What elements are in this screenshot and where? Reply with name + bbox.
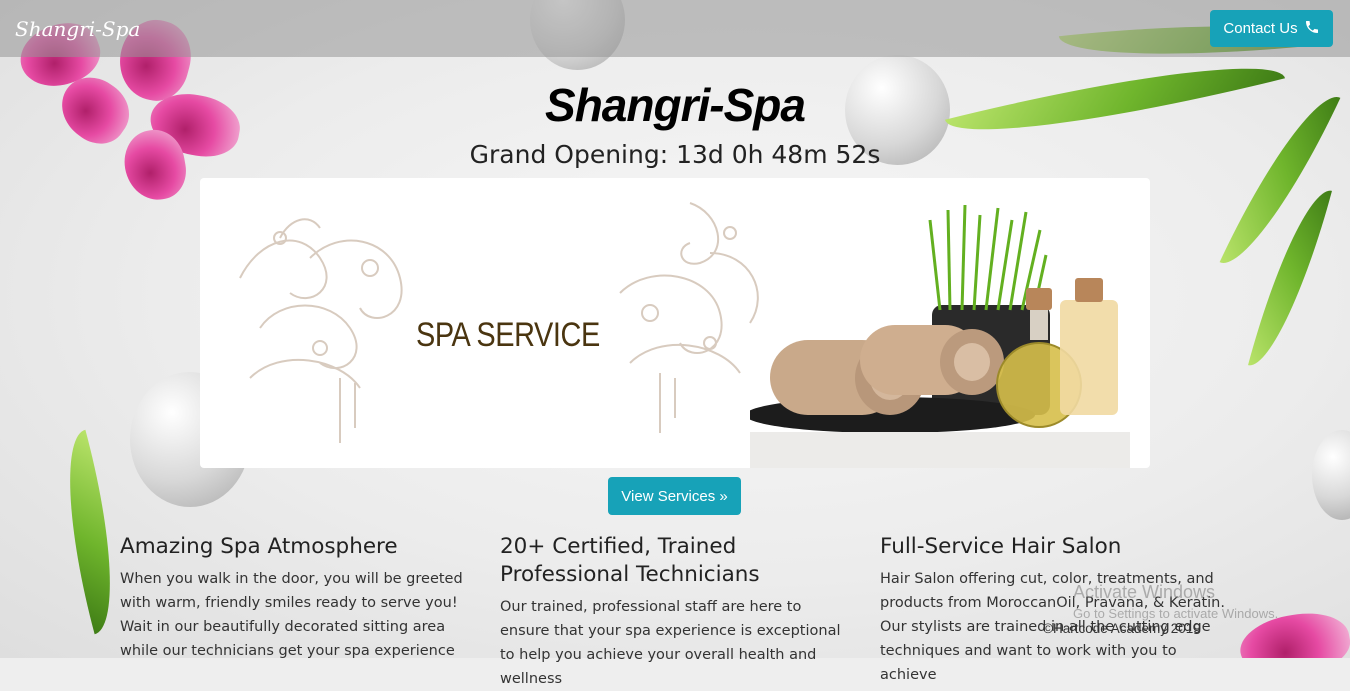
spa-service-text: SPA SERVICE xyxy=(416,316,600,354)
spa-service-banner: SPA SERVICE xyxy=(200,178,1150,468)
phone-icon xyxy=(1304,19,1320,39)
spa-products-image xyxy=(750,204,1130,468)
hero-title: Shangri-Spa xyxy=(545,79,806,131)
navbar: Shangri-Spa Contact Us xyxy=(0,0,1350,57)
feature-text: Our trained, professional staff are here… xyxy=(500,599,841,687)
navbar-brand[interactable]: Shangri-Spa xyxy=(15,17,140,41)
contact-us-label: Contact Us xyxy=(1223,20,1298,37)
floral-swirl-left xyxy=(239,218,403,443)
contact-us-button[interactable]: Contact Us xyxy=(1210,10,1333,47)
feature-title: Full-Service Hair Salon xyxy=(880,534,1122,559)
feature-title: Amazing Spa Atmosphere xyxy=(120,534,398,559)
feature-atmosphere: Amazing Spa Atmosphere When you walk in … xyxy=(120,533,470,663)
activate-windows-title: Activate Windows xyxy=(1073,582,1216,602)
view-services-button[interactable]: View Services » xyxy=(608,477,741,515)
activate-windows-subtitle: Go to Settings to activate Windows. xyxy=(1073,606,1279,621)
copyright-text: ©Hartcode Academy 2019 xyxy=(1043,621,1201,636)
feature-technicians: 20+ Certified, Trained Professional Tech… xyxy=(500,533,850,691)
feature-text: When you walk in the door, you will be g… xyxy=(120,571,463,659)
feature-title: 20+ Certified, Trained Professional Tech… xyxy=(500,534,760,587)
grand-opening-countdown: Grand Opening: 13d 0h 48m 52s xyxy=(469,140,881,169)
